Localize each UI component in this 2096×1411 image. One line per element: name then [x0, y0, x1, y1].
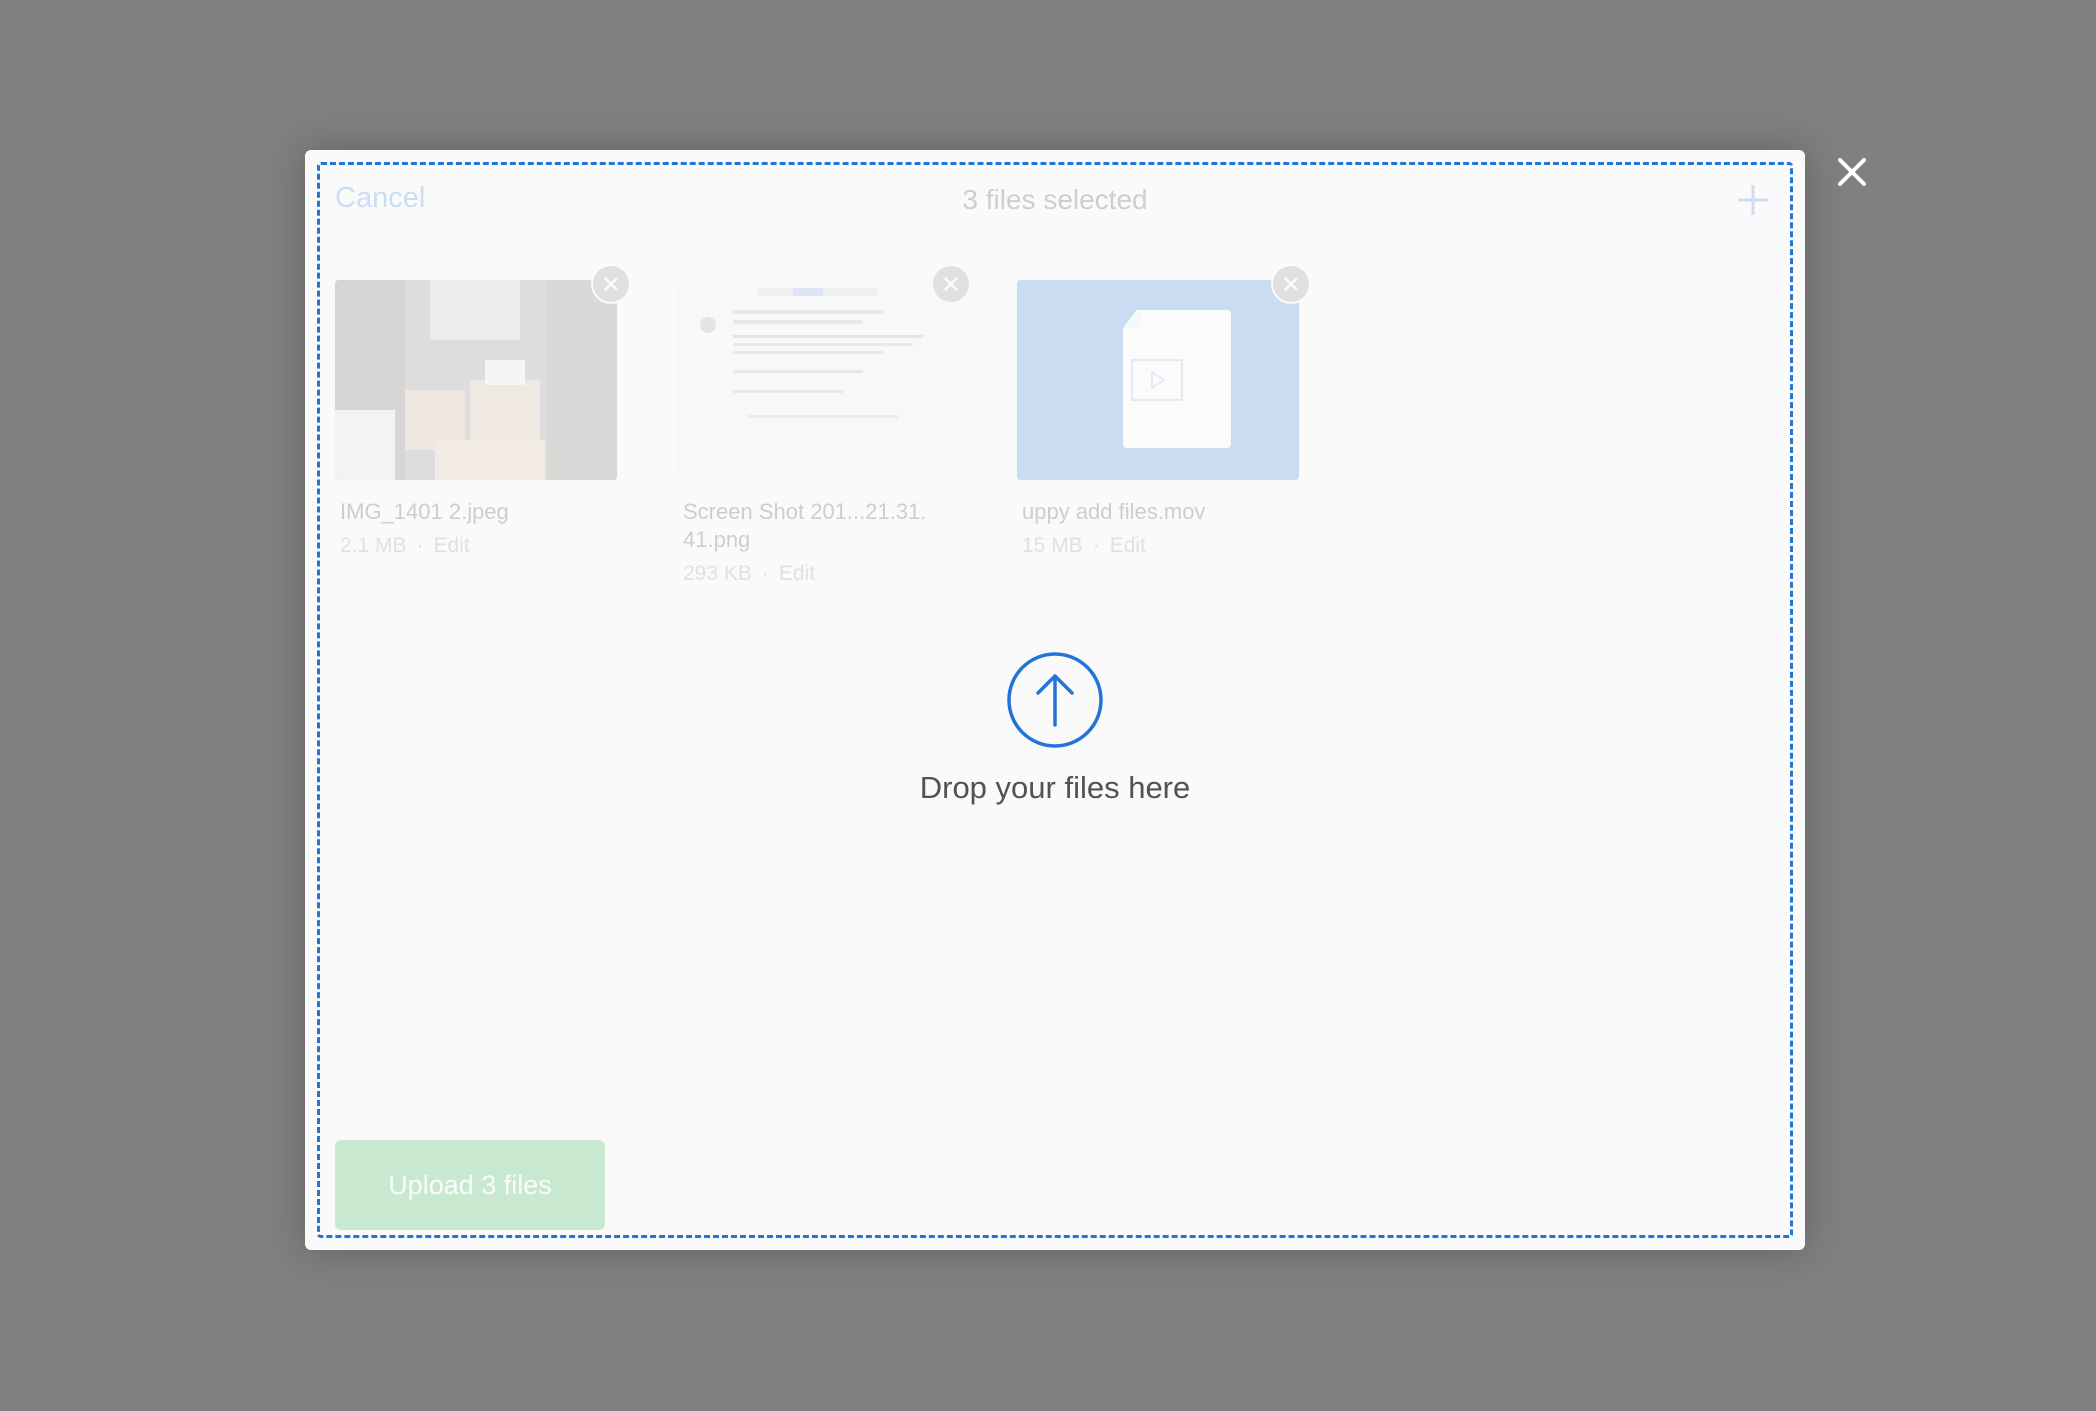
upload-arrow-icon [1005, 650, 1105, 750]
close-icon [1838, 158, 1866, 186]
upload-modal: Cancel 3 files selected IMG_1401 2.jpeg … [305, 150, 1805, 1250]
drop-zone-text: Drop your files here [919, 770, 1191, 805]
close-modal-button[interactable] [1832, 152, 1872, 192]
